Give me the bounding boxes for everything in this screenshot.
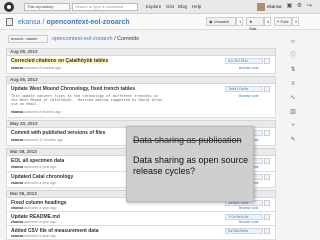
commit-author[interactable]: ekansa	[11, 138, 23, 142]
code-icon[interactable]: ‹›	[289, 38, 297, 46]
commit-date-header: Aug 05, 2013	[6, 76, 276, 84]
commit-title-link[interactable]: Update West Mound Chronology, fixed tren…	[11, 86, 135, 92]
star-button[interactable]: ★ Star	[246, 17, 264, 31]
commit-meta: ekansa authored a year ago	[11, 234, 56, 238]
copy-sha-icon[interactable]	[264, 174, 270, 180]
repo-book-icon	[6, 18, 13, 26]
commit-row[interactable]: Added CSV file of measurement data ekans…	[6, 226, 276, 240]
nav-blog-link[interactable]: Blog	[178, 3, 187, 11]
copy-sha-icon[interactable]	[264, 86, 270, 92]
pulse-icon[interactable]: ∿	[289, 94, 297, 102]
commit-authored-time: authored a year ago	[23, 220, 57, 224]
commit-row[interactable]: Corrected citations on Çatalhöyük tables…	[6, 56, 276, 74]
commit-description: This update convert fixes to the chronol…	[11, 94, 163, 107]
commit-date-header: Aug 09, 2013	[6, 48, 276, 56]
branch-select-button[interactable]: branch: master	[8, 35, 48, 43]
commit-meta: ekansa authored a year ago	[11, 181, 56, 185]
commit-sha-button[interactable]: 6a7b8c9d0e	[225, 228, 263, 234]
repository-header: ekansa / opencontext-eol-zooarch ◉ Unwat…	[0, 14, 320, 31]
commit-authored-time: authored 8 months ago	[23, 66, 62, 70]
commit-authored-time: authored a year ago	[23, 181, 57, 185]
commit-authored-time: authored a year ago	[23, 206, 57, 210]
commit-author[interactable]: ekansa	[11, 165, 23, 169]
repository-scope-select[interactable]: This repository	[24, 3, 70, 11]
commit-meta: ekansa authored a year ago	[11, 206, 56, 210]
commit-sha-button[interactable]: 7b0d1f3a9e	[225, 86, 263, 92]
issues-icon[interactable]: ⓘ	[289, 52, 297, 60]
copy-sha-icon[interactable]	[264, 200, 270, 206]
nav-help-link[interactable]: Help	[192, 3, 201, 11]
browse-code-link[interactable]: Browse code	[239, 206, 259, 210]
notifications-icon[interactable]: ▣	[286, 3, 293, 10]
commit-author[interactable]: ekansa	[11, 206, 23, 210]
github-octocat-icon[interactable]	[4, 2, 14, 12]
commit-meta: ekansa authored a year ago	[11, 165, 56, 169]
copy-sha-icon[interactable]	[264, 130, 270, 136]
settings-icon[interactable]: ✎	[289, 136, 297, 144]
repository-title: ekansa / opencontext-eol-zooarch	[18, 18, 130, 27]
commit-author[interactable]: ekansa	[11, 234, 23, 238]
copy-sha-icon[interactable]	[264, 158, 270, 164]
pull-requests-icon[interactable]: ⇅	[289, 66, 297, 74]
copy-sha-icon[interactable]	[264, 214, 270, 220]
overlay-question: Data sharing as open source release cycl…	[133, 155, 249, 176]
commit-author[interactable]: ekansa	[11, 66, 23, 70]
unwatch-button[interactable]: ◉ Unwatch	[206, 17, 236, 26]
settings-gear-icon[interactable]: ⚙	[296, 3, 303, 10]
stars-count[interactable]: 0	[264, 17, 271, 26]
repo-sidebar	[287, 30, 320, 240]
commit-sha-button[interactable]: d1c7b1f84c	[225, 58, 263, 64]
unwatch-label: Unwatch	[213, 19, 230, 24]
commit-row[interactable]: Update West Mound Chronology, fixed tren…	[6, 84, 276, 118]
commit-authored-time: authored 8 months ago	[23, 110, 62, 114]
commit-author[interactable]: ekansa	[11, 110, 23, 114]
commit-authored-time: authored a year ago	[23, 234, 57, 238]
commit-title-link[interactable]: EOL all specimen data	[11, 158, 64, 164]
commit-meta: ekansa authored 8 months ago	[11, 66, 61, 70]
commit-meta: ekansa authored a year ago	[11, 220, 56, 224]
annotation-overlay: Data sharing as publication Data sharing…	[126, 126, 254, 202]
fork-label: Fork	[280, 19, 289, 24]
commit-title-link[interactable]: Corrected citations on Çatalhöyük tables	[11, 58, 109, 64]
watchers-count[interactable]: 1	[236, 17, 243, 26]
breadcrumb-repo-link[interactable]: opencontext-eol-zooarch	[52, 36, 113, 42]
wiki-icon[interactable]: ≡	[289, 80, 297, 88]
browse-code-link[interactable]: Browse code	[239, 94, 259, 98]
fork-button[interactable]: ⑂ Fork	[274, 17, 292, 26]
commit-row[interactable]: Update README.md ekansa authored a year …	[6, 212, 276, 226]
network-icon[interactable]: ⑂	[289, 122, 297, 130]
username-link[interactable]: ekansa	[267, 3, 282, 11]
struck-through-caption: Data sharing as publication	[133, 135, 242, 145]
browse-code-link[interactable]: Browse code	[239, 66, 259, 70]
star-label: Star	[249, 26, 257, 31]
repo-name-link[interactable]: opencontext-eol-zooarch	[46, 19, 129, 26]
browse-code-link[interactable]: Browse code	[239, 220, 259, 224]
user-avatar[interactable]	[257, 3, 265, 11]
graphs-icon[interactable]: ▥	[289, 108, 297, 116]
repo-owner-link[interactable]: ekansa	[18, 19, 41, 26]
copy-sha-icon[interactable]	[264, 58, 270, 64]
commit-title-link[interactable]: Commit with published versions of files	[11, 130, 105, 136]
breadcrumb: opencontext-eol-zooarch / Commits	[52, 35, 139, 43]
commit-authored-time: authored a year ago	[23, 165, 57, 169]
search-input[interactable]: Search or type a command	[72, 3, 138, 11]
nav-gist-link[interactable]: Gist	[166, 3, 174, 11]
commit-authored-time: authored 11 months ago	[23, 138, 63, 142]
commit-author[interactable]: ekansa	[11, 181, 23, 185]
commit-meta: ekansa authored 8 months ago	[11, 110, 61, 114]
forks-count[interactable]: 0	[292, 17, 299, 26]
nav-explore-link[interactable]: Explore	[146, 3, 161, 11]
breadcrumb-current-page: Commits	[117, 36, 139, 42]
commit-author[interactable]: ekansa	[11, 220, 23, 224]
commit-title-link[interactable]: Updated Catal chronology	[11, 174, 73, 180]
copy-sha-icon[interactable]	[264, 228, 270, 234]
sign-out-icon[interactable]: ↪	[306, 3, 313, 10]
top-navigation-bar: This repository Search or type a command…	[0, 0, 320, 14]
commit-meta: ekansa authored 11 months ago	[11, 138, 63, 142]
